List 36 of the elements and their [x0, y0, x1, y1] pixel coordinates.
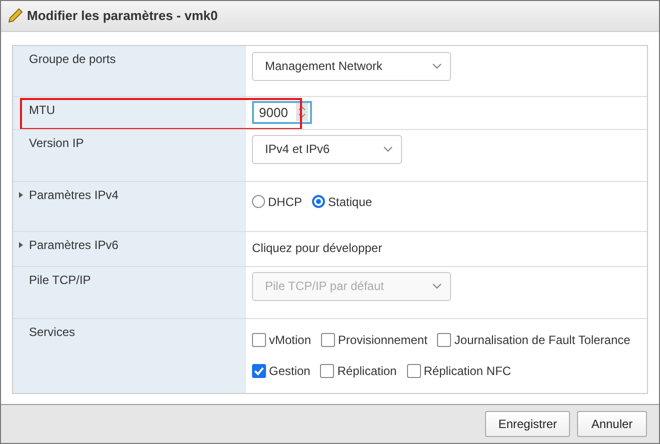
checkbox-label[interactable]: Provisionnement	[338, 332, 428, 347]
expand-icon[interactable]	[19, 192, 23, 198]
dropdown[interactable]: IPv4 et IPv6	[252, 134, 402, 164]
expand-icon[interactable]	[19, 242, 23, 248]
radio-button[interactable]	[312, 195, 326, 208]
checkbox[interactable]	[406, 364, 421, 378]
checkbox[interactable]	[252, 364, 266, 378]
checkbox-label[interactable]: Réplication NFC	[424, 364, 512, 378]
option-label[interactable]: DHCP	[268, 194, 302, 209]
checkbox-label[interactable]: Journalisation de Fault Tolerance	[454, 332, 630, 347]
field-label: Pile TCP/IP	[29, 272, 91, 287]
chevron-icon	[432, 283, 442, 290]
checkbox-label[interactable]: Gestion	[269, 364, 310, 378]
checkbox-label[interactable]: Réplication	[337, 364, 397, 378]
checkbox[interactable]	[252, 332, 266, 347]
checkbox[interactable]	[320, 364, 334, 378]
option-label[interactable]: Statique	[328, 194, 372, 209]
field-label: MTU	[29, 102, 55, 117]
dialog-button[interactable]: Enregistrer	[485, 410, 570, 437]
field-label: Version IP	[29, 136, 84, 150]
field-label: Services	[29, 324, 76, 339]
chevron-icon	[383, 146, 393, 152]
field-label: Groupe de ports	[29, 52, 116, 66]
checkbox[interactable]	[321, 332, 336, 347]
dropdown[interactable]: Management Network	[252, 52, 451, 81]
dialog-button[interactable]: Annuler	[577, 410, 647, 437]
field-label: Paramètres IPv6	[29, 238, 118, 252]
pencil-icon	[7, 8, 23, 24]
field-label: Paramètres IPv4	[29, 188, 118, 202]
chevron-icon	[432, 63, 442, 70]
expand-hint[interactable]: Cliquez pour développer	[252, 240, 382, 255]
number-field[interactable]: 9000	[252, 100, 312, 124]
checkbox[interactable]	[437, 332, 452, 347]
window-title: Modifier les paramètres - vmk0	[27, 8, 218, 24]
checkbox-label[interactable]: vMotion	[269, 332, 312, 347]
radio-button[interactable]	[252, 195, 265, 208]
